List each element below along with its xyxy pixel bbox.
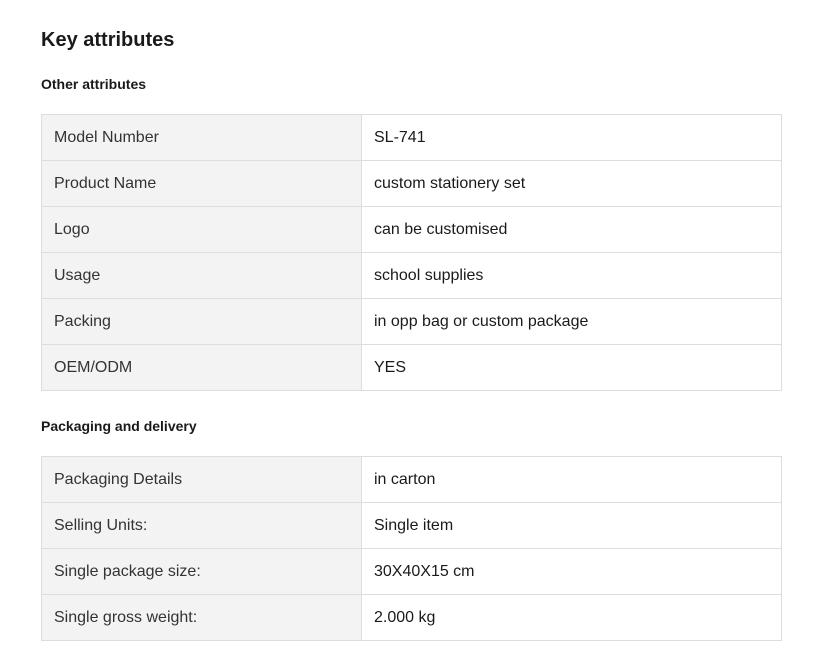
attribute-value: can be customised [361,206,782,253]
attribute-label: Logo [41,206,362,253]
table-row: Model Number SL-741 [41,114,782,161]
table-row: Single gross weight: 2.000 kg [41,594,782,641]
table-row: Packaging Details in carton [41,456,782,503]
section-title-packaging-and-delivery: Packaging and delivery [41,418,197,434]
attribute-value: school supplies [361,252,782,299]
attribute-label: OEM/ODM [41,344,362,391]
attribute-label: Single gross weight: [41,594,362,641]
attribute-label: Selling Units: [41,502,362,549]
table-row: Logo can be customised [41,206,782,253]
attribute-label: Model Number [41,114,362,161]
attribute-value: SL-741 [361,114,782,161]
attribute-value: custom stationery set [361,160,782,207]
attribute-label: Packaging Details [41,456,362,503]
attribute-label: Product Name [41,160,362,207]
attribute-value: in opp bag or custom package [361,298,782,345]
attribute-value: 2.000 kg [361,594,782,641]
table-row: Packing in opp bag or custom package [41,298,782,345]
attribute-value: Single item [361,502,782,549]
table-row: OEM/ODM YES [41,344,782,391]
table-row: Single package size: 30X40X15 cm [41,548,782,595]
attribute-value: 30X40X15 cm [361,548,782,595]
attribute-value: in carton [361,456,782,503]
section-title-other-attributes: Other attributes [41,76,147,92]
packaging-delivery-table: Packaging Details in carton Selling Unit… [41,456,782,641]
attribute-label: Usage [41,252,362,299]
attribute-value: YES [361,344,782,391]
table-row: Product Name custom stationery set [41,160,782,207]
table-row: Usage school supplies [41,252,782,299]
attribute-label: Single package size: [41,548,362,595]
other-attributes-table: Model Number SL-741 Product Name custom … [41,114,782,391]
table-row: Selling Units: Single item [41,502,782,549]
page-title: Key attributes [41,29,175,51]
attribute-label: Packing [41,298,362,345]
